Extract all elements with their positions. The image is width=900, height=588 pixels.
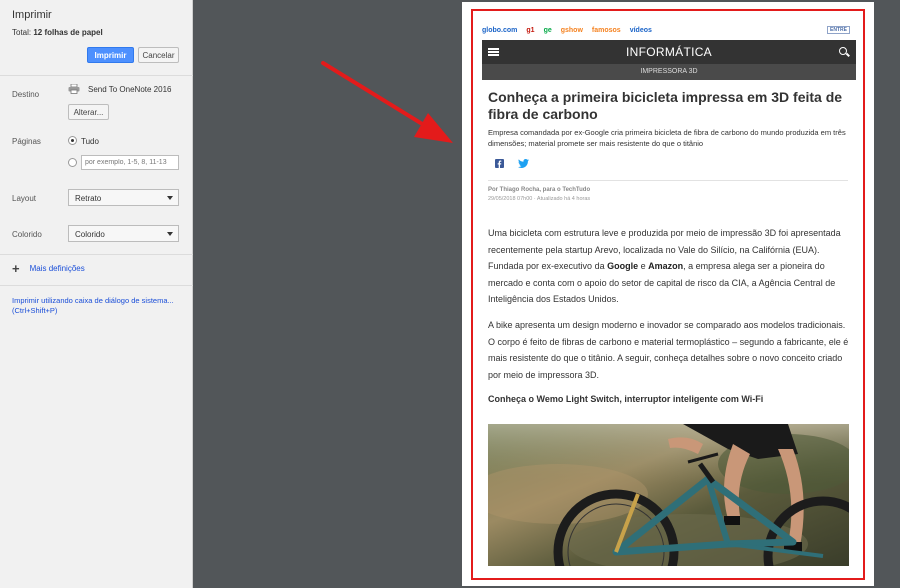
divider (0, 254, 193, 255)
more-settings-link[interactable]: + Mais definições (12, 260, 85, 276)
pages-custom-input[interactable] (81, 155, 179, 170)
destination-printer: Send To OneNote 2016 (88, 85, 172, 94)
cancel-button[interactable]: Cancelar (138, 47, 179, 63)
more-settings-label: Mais definições (29, 264, 85, 273)
print-button[interactable]: Imprimir (87, 47, 134, 63)
divider (0, 285, 193, 286)
highlight-box (471, 9, 865, 580)
pages-all-radio[interactable] (68, 136, 77, 145)
color-label: Colorido (12, 230, 42, 239)
sheet-total-label: Total: (12, 28, 32, 37)
sheet-total: Total: 12 folhas de papel (12, 28, 103, 37)
divider (0, 75, 193, 76)
pages-all-label: Tudo (81, 137, 99, 146)
destination-label: Destino (12, 90, 40, 99)
system-dialog-link[interactable]: Imprimir utilizando caixa de diálogo de … (12, 296, 184, 316)
pages-label: Páginas (12, 137, 41, 146)
color-select-value: Colorido (75, 230, 105, 239)
pages-custom-radio[interactable] (68, 158, 77, 167)
change-destination-button[interactable]: Alterar... (68, 104, 109, 120)
layout-select[interactable]: Retrato (68, 189, 179, 206)
color-select[interactable]: Colorido (68, 225, 179, 242)
print-title: Imprimir (12, 9, 52, 21)
layout-select-value: Retrato (75, 194, 102, 203)
chevron-down-icon (167, 232, 173, 236)
layout-label: Layout (12, 194, 37, 203)
printer-icon (68, 84, 80, 94)
print-settings-panel: Imprimir Total: 12 folhas de papel Impri… (0, 0, 193, 588)
chevron-down-icon (167, 196, 173, 200)
plus-icon: + (12, 260, 20, 276)
sheet-total-value: 12 folhas de papel (33, 28, 103, 37)
